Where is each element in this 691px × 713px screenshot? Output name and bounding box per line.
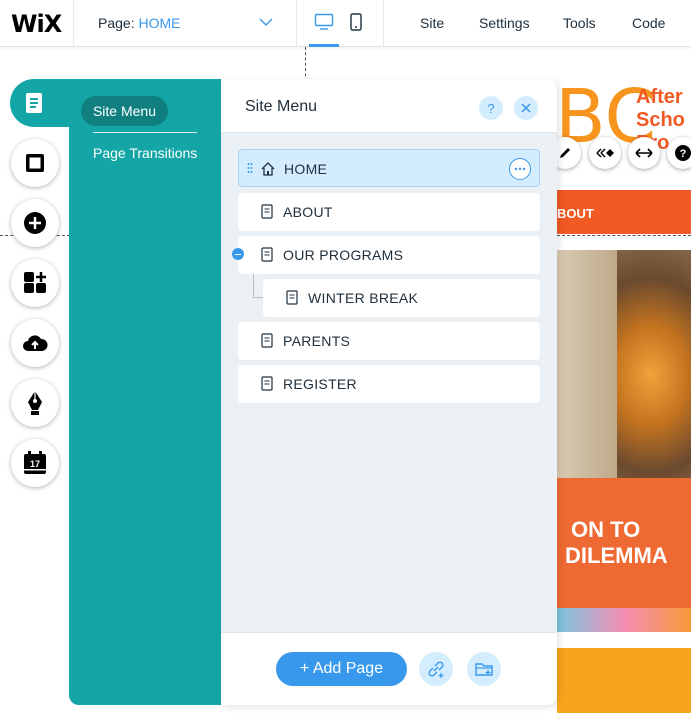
page-icon [286,290,298,305]
site-hero-photo [557,250,691,478]
page-selector-value: HOME [138,15,181,31]
page-icon [261,376,273,391]
panel-header: Site Menu ? [221,79,557,133]
page-item-register[interactable]: REGISTER [238,365,540,403]
page-icon [261,204,273,219]
page-actions-button[interactable] [509,158,531,180]
menu-tools[interactable]: Tools [563,15,596,31]
tab-page-transitions[interactable]: Page Transitions [93,145,197,161]
svg-text:?: ? [680,148,687,160]
tab-site-menu[interactable]: Site Menu [81,96,168,126]
canvas-guide-horizontal-right [557,235,691,236]
add-apps-icon[interactable] [11,259,59,307]
page-label: OUR PROGRAMS [283,247,404,263]
menu-settings[interactable]: Settings [479,15,530,31]
tab-divider [93,132,197,133]
site-banner: ON TO DILEMMA [557,478,691,608]
desktop-view-icon[interactable] [314,13,334,31]
chevron-down-icon[interactable] [258,14,274,30]
menu-site[interactable]: Site [420,15,444,31]
site-nav-bar: BOUT [557,190,691,234]
add-folder-button[interactable] [467,652,501,686]
add-link-icon [428,661,444,678]
drag-handle-icon[interactable] [247,162,253,174]
page-label: HOME [284,161,328,177]
svg-text:17: 17 [30,459,40,469]
page-selector[interactable]: Page: HOME [98,15,180,31]
help-button[interactable]: ? [479,96,503,120]
page-label: REGISTER [283,376,357,392]
add-icon[interactable] [11,199,59,247]
blog-icon[interactable] [11,379,59,427]
site-bottom-section [557,648,691,713]
page-item-parents[interactable]: PARENTS [238,322,540,360]
mobile-view-icon[interactable] [350,13,362,31]
page-item-our-programs[interactable]: OUR PROGRAMS [238,236,540,274]
subpage-connector [253,274,263,298]
page-item-winter-break[interactable]: WINTER BREAK [263,279,540,317]
bookings-icon[interactable]: 17 [11,439,59,487]
page-icon [261,247,273,262]
home-icon [261,162,275,176]
add-link-button[interactable] [419,652,453,686]
add-page-button[interactable]: + Add Page [276,652,407,686]
editor-top-bar: WiX Page: HOME Site Settings Tools Code [0,0,691,47]
help-icon[interactable]: ? [667,137,691,169]
close-icon [521,103,531,113]
background-icon[interactable] [11,139,59,187]
page-item-home[interactable]: HOME [238,149,540,187]
page-label: PARENTS [283,333,351,349]
collapse-subpages-button[interactable] [232,248,244,260]
desktop-view-indicator [309,44,339,47]
pages-icon[interactable] [11,80,57,126]
page-selector-label: Page: [98,15,135,31]
wix-logo[interactable]: WiX [11,10,62,38]
panel-title: Site Menu [245,98,318,115]
page-item-about[interactable]: ABOUT [238,193,540,231]
question-icon: ? [487,100,495,116]
site-nav-item[interactable]: BOUT [557,206,594,221]
upload-icon[interactable] [11,319,59,367]
add-folder-icon [475,663,493,676]
close-button[interactable] [514,96,538,120]
page-icon [261,333,273,348]
page-label: WINTER BREAK [308,290,419,306]
animation-icon[interactable] [589,137,621,169]
page-label: ABOUT [283,204,333,220]
stretch-icon[interactable] [628,137,660,169]
site-stripe [557,608,691,632]
more-icon [514,167,526,171]
menu-code[interactable]: Code [632,15,665,31]
site-menu-sidebar [69,79,221,705]
panel-footer: + Add Page [221,632,557,705]
